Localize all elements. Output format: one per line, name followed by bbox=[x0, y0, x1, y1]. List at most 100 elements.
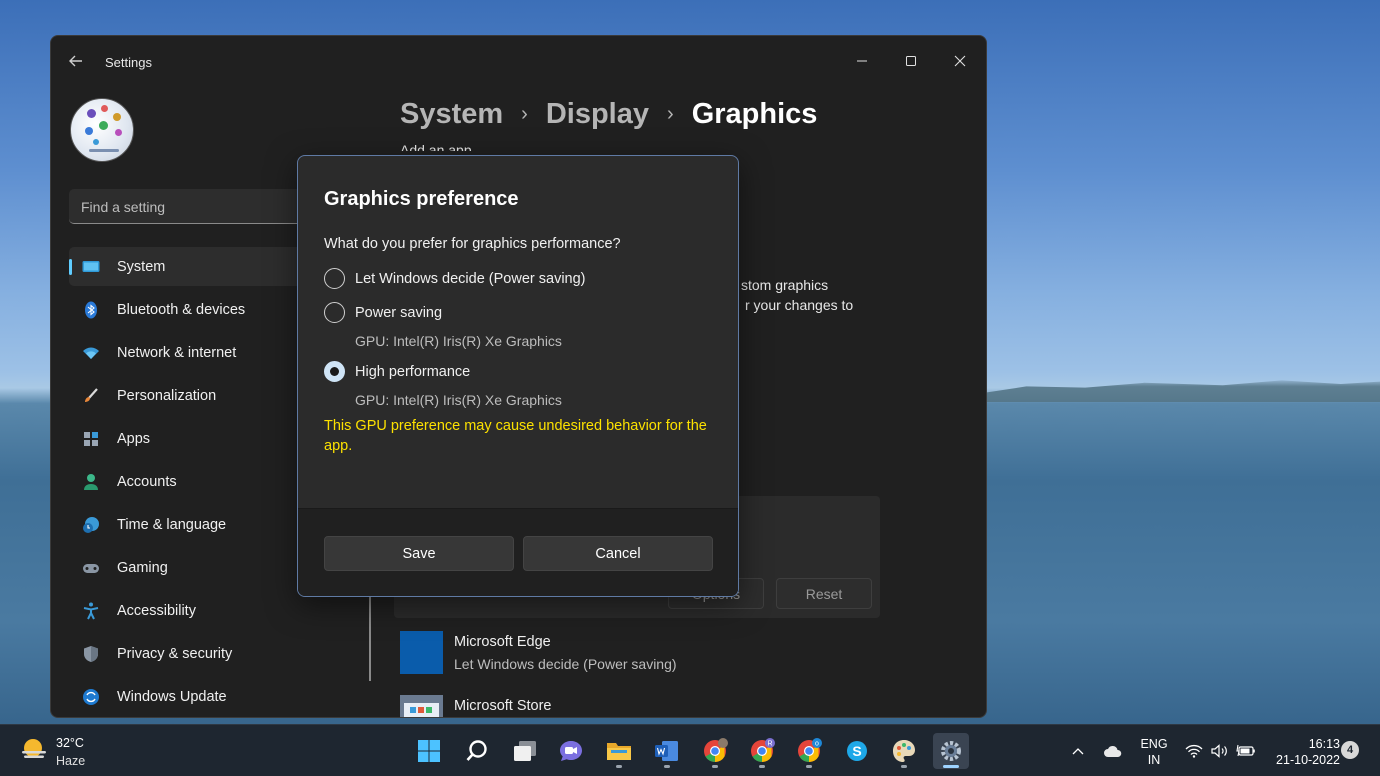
radio-high-performance[interactable]: High performance bbox=[324, 361, 470, 382]
running-indicator bbox=[616, 765, 622, 768]
sidebar-item-gaming[interactable]: Gaming bbox=[69, 548, 304, 587]
minimize-button[interactable] bbox=[839, 44, 885, 78]
dialog-question: What do you prefer for graphics performa… bbox=[324, 236, 621, 252]
volume-icon[interactable] bbox=[1209, 725, 1231, 776]
search-input[interactable]: Find a setting bbox=[69, 189, 304, 224]
sidebar-item-windows-update[interactable]: Windows Update bbox=[69, 677, 304, 716]
sidebar-item-accessibility[interactable]: Accessibility bbox=[69, 591, 304, 630]
maximize-button[interactable] bbox=[888, 44, 934, 78]
update-icon bbox=[81, 687, 101, 707]
clock[interactable]: 16:13 21-10-2022 bbox=[1266, 736, 1340, 768]
word-icon[interactable] bbox=[649, 733, 685, 769]
list-item[interactable]: Microsoft Store bbox=[400, 695, 880, 717]
sidebar-item-time-language[interactable]: Time & language bbox=[69, 505, 304, 544]
radio-button[interactable] bbox=[324, 268, 345, 289]
sidebar-item-label: Network & internet bbox=[117, 344, 237, 361]
onedrive-cloud-icon[interactable] bbox=[1101, 725, 1125, 776]
sidebar-item-label: Time & language bbox=[117, 516, 227, 533]
chrome-icon[interactable] bbox=[697, 733, 733, 769]
teams-chat-icon[interactable] bbox=[553, 733, 589, 769]
description-line-1: stom graphics bbox=[741, 277, 829, 293]
sidebar-item-privacy[interactable]: Privacy & security bbox=[69, 634, 304, 673]
edge-app-icon bbox=[400, 631, 443, 674]
scrollbar[interactable] bbox=[369, 596, 371, 681]
window-title: Settings bbox=[105, 55, 152, 70]
breadcrumb-display[interactable]: Display bbox=[546, 98, 649, 131]
title-bar: Settings bbox=[51, 36, 986, 86]
app-setting: Let Windows decide (Power saving) bbox=[454, 656, 677, 672]
sidebar-item-label: Gaming bbox=[117, 559, 168, 576]
avatar[interactable] bbox=[70, 98, 134, 162]
sidebar-item-label: Bluetooth & devices bbox=[117, 301, 246, 318]
sidebar-item-label: Accessibility bbox=[117, 602, 196, 619]
radio-button-selected[interactable] bbox=[324, 361, 345, 382]
paint-icon[interactable] bbox=[886, 733, 922, 769]
breadcrumb: System › Display › Graphics bbox=[400, 98, 817, 131]
dialog-footer: Save Cancel bbox=[298, 508, 738, 596]
profile-badge: R bbox=[767, 741, 772, 748]
wallpaper-hills bbox=[987, 380, 1380, 402]
warning-text: This GPU preference may cause undesired … bbox=[324, 418, 707, 454]
weather-temperature[interactable]: 32°C bbox=[56, 736, 84, 750]
description-line-2: r your changes to bbox=[745, 297, 854, 313]
chrome-profile-r-icon[interactable]: R bbox=[744, 733, 780, 769]
gpu-info: GPU: Intel(R) Iris(R) Xe Graphics bbox=[355, 333, 562, 349]
graphics-preference-dialog: Graphics preference What do you prefer f… bbox=[297, 155, 739, 597]
sidebar-item-system[interactable]: System bbox=[69, 247, 304, 286]
person-icon bbox=[81, 472, 101, 492]
clock-time: 16:13 bbox=[1308, 737, 1340, 751]
clock-globe-icon bbox=[81, 515, 101, 535]
apps-icon bbox=[81, 429, 101, 449]
sidebar-item-label: Accounts bbox=[117, 473, 177, 490]
running-indicator bbox=[806, 765, 812, 768]
sidebar-item-apps[interactable]: Apps bbox=[69, 419, 304, 458]
sidebar-item-personalization[interactable]: Personalization bbox=[69, 376, 304, 415]
bluetooth-icon bbox=[81, 300, 101, 320]
battery-charging-icon[interactable] bbox=[1235, 725, 1257, 776]
search-icon[interactable] bbox=[459, 733, 495, 769]
wifi-tray-icon[interactable] bbox=[1183, 725, 1205, 776]
radio-button[interactable] bbox=[324, 302, 345, 323]
notification-badge[interactable]: 4 bbox=[1341, 741, 1359, 759]
reset-button[interactable]: Reset bbox=[776, 578, 872, 609]
task-view-icon[interactable] bbox=[507, 733, 543, 769]
radio-power-saving[interactable]: Power saving bbox=[324, 302, 442, 323]
chevron-right-icon: › bbox=[667, 103, 674, 125]
chrome-profile-o-icon[interactable]: o bbox=[791, 733, 827, 769]
active-indicator bbox=[943, 765, 959, 768]
running-indicator bbox=[759, 765, 765, 768]
running-indicator bbox=[712, 765, 718, 768]
accessibility-icon bbox=[81, 601, 101, 621]
language-code: ENG bbox=[1140, 737, 1168, 751]
settings-app-icon[interactable] bbox=[933, 733, 969, 769]
sidebar-item-label: Windows Update bbox=[117, 688, 227, 705]
weather-haze-icon[interactable] bbox=[20, 737, 48, 763]
clock-date: 21-10-2022 bbox=[1276, 753, 1340, 767]
gpu-info: GPU: Intel(R) Iris(R) Xe Graphics bbox=[355, 392, 562, 408]
sidebar-item-label: System bbox=[117, 258, 166, 275]
dialog-title: Graphics preference bbox=[324, 188, 519, 210]
language-indicator[interactable]: ENG IN bbox=[1137, 736, 1171, 768]
skype-icon[interactable]: S bbox=[839, 733, 875, 769]
sidebar-item-label: Personalization bbox=[117, 387, 217, 404]
start-button[interactable] bbox=[411, 733, 447, 769]
radio-let-windows-decide[interactable]: Let Windows decide (Power saving) bbox=[324, 268, 586, 289]
sidebar-item-bluetooth[interactable]: Bluetooth & devices bbox=[69, 290, 304, 329]
sidebar-item-label: Apps bbox=[117, 430, 151, 447]
region-code: IN bbox=[1147, 753, 1161, 767]
breadcrumb-system[interactable]: System bbox=[400, 98, 503, 131]
cancel-button[interactable]: Cancel bbox=[523, 536, 713, 571]
weather-description[interactable]: Haze bbox=[56, 754, 85, 768]
taskbar: 32°C Haze R o S ENG IN 16:13 21-10-2022 bbox=[0, 724, 1380, 776]
file-explorer-icon[interactable] bbox=[601, 733, 637, 769]
add-app-label: Add an app bbox=[400, 143, 472, 151]
radio-label: Power saving bbox=[355, 304, 443, 321]
back-arrow-icon[interactable] bbox=[67, 52, 87, 70]
svg-text:S: S bbox=[852, 743, 861, 759]
sidebar-item-network[interactable]: Network & internet bbox=[69, 333, 304, 372]
chevron-up-icon[interactable] bbox=[1068, 725, 1088, 776]
list-item[interactable]: Microsoft Edge Let Windows decide (Power… bbox=[400, 631, 880, 681]
sidebar-item-accounts[interactable]: Accounts bbox=[69, 462, 304, 501]
close-button[interactable] bbox=[937, 44, 983, 78]
save-button[interactable]: Save bbox=[324, 536, 514, 571]
